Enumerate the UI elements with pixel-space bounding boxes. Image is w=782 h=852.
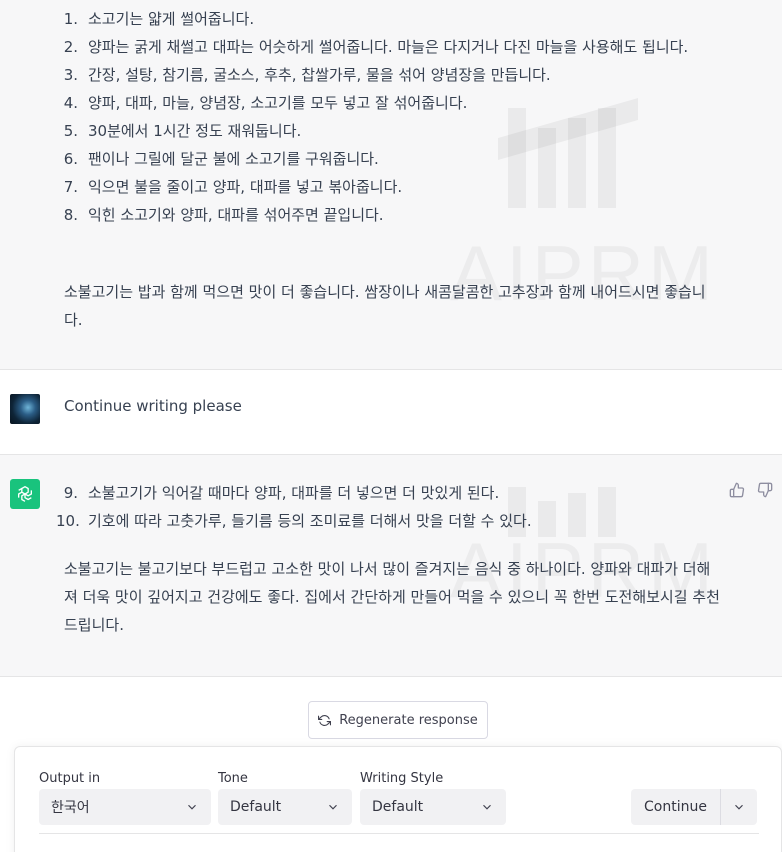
- list-item: 10. 기호에 따라 고춧가루, 들기름 등의 조미료를 더해서 맛을 더할 수 …: [56, 512, 532, 530]
- writing-style-select[interactable]: Default: [360, 789, 506, 825]
- response-closing-paragraph: 소불고기는 밥과 함께 먹으면 맛이 더 좋습니다. 쌈장이나 새콤달콤한 고추…: [64, 283, 706, 329]
- divider: [39, 833, 759, 834]
- recipe-steps-list: 9. 소불고기가 익어갈 때마다 양파, 대파를 더 넣으면 더 맛있게 된다. …: [56, 479, 736, 535]
- list-item: 5. 30분에서 1시간 정도 재워둡니다.: [63, 122, 302, 140]
- list-item: 2. 양파는 굵게 채썰고 대파는 어슷하게 썰어줍니다. 마늘은 다지거나 다진…: [63, 38, 689, 56]
- list-item: 7. 익으면 불을 줄이고 양파, 대파를 넣고 볶아줍니다.: [63, 178, 403, 196]
- chevron-down-icon: [483, 804, 491, 810]
- writing-style-value: Default: [372, 799, 424, 815]
- continue-options-button[interactable]: [721, 800, 757, 814]
- user-message: Continue writing please: [0, 370, 782, 455]
- aiprm-prompt-panel: Output in 한국어 Tone Default Writing Style…: [14, 746, 782, 852]
- list-item: 8. 익힌 소고기와 양파, 대파를 섞어주면 끝입니다.: [63, 206, 384, 224]
- writing-style-label: Writing Style: [360, 771, 444, 786]
- regenerate-label: Regenerate response: [339, 712, 478, 728]
- tone-label: Tone: [218, 771, 248, 786]
- regenerate-response-button[interactable]: Regenerate response: [308, 701, 488, 739]
- list-item: 4. 양파, 대파, 마늘, 양념장, 소고기를 모두 넣고 잘 섞어줍니다.: [63, 94, 468, 112]
- openai-logo-icon: [18, 486, 32, 502]
- assistant-message-2: AIPRM 9.소불고기가 익어갈 때마다 양파, 대파를 더 넣으면 더 맛있…: [0, 455, 782, 677]
- chevron-down-icon: [329, 804, 337, 810]
- tone-value: Default: [230, 799, 282, 815]
- avatar: [10, 394, 40, 424]
- user-message-text: Continue writing please: [64, 397, 242, 415]
- tone-select[interactable]: Default: [218, 789, 352, 825]
- assistant-avatar: [10, 479, 40, 509]
- recipe-steps-list: 1. 소고기는 얇게 썰어줍니다. 2. 양파는 굵게 채썰고 대파는 어슷하게 썰…: [56, 5, 736, 229]
- output-language-select[interactable]: 한국어: [39, 789, 211, 825]
- response-closing-paragraph: 소불고기는 불고기보다 부드럽고 고소한 맛이 나서 많이 즐겨지는 음식 중 …: [64, 560, 720, 634]
- thumbs-down-icon[interactable]: [756, 481, 774, 499]
- list-item: 1. 소고기는 얇게 썰어줍니다.: [63, 10, 255, 28]
- output-language-label: Output in: [39, 771, 101, 786]
- refresh-icon: [318, 714, 332, 726]
- list-item: 6. 팬이나 그릴에 달군 불에 소고기를 구워줍니다.: [63, 150, 379, 168]
- continue-button[interactable]: Continue: [631, 799, 720, 815]
- chevron-down-icon: [735, 804, 743, 810]
- assistant-message-1: AIPRM 1.소고기는 얇게 썰어줍니다. 2.양파는 굵게 채썰고 대파는 …: [0, 0, 782, 370]
- list-item: 9. 소불고기가 익어갈 때마다 양파, 대파를 더 넣으면 더 맛있게 된다.: [63, 484, 500, 502]
- output-language-value: 한국어: [51, 800, 90, 816]
- chevron-down-icon: [188, 804, 196, 810]
- continue-split-button: Continue: [631, 789, 757, 825]
- list-item: 3. 간장, 설탕, 참기름, 굴소스, 후추, 찹쌀가루, 물을 섞어 양념장을…: [63, 66, 551, 84]
